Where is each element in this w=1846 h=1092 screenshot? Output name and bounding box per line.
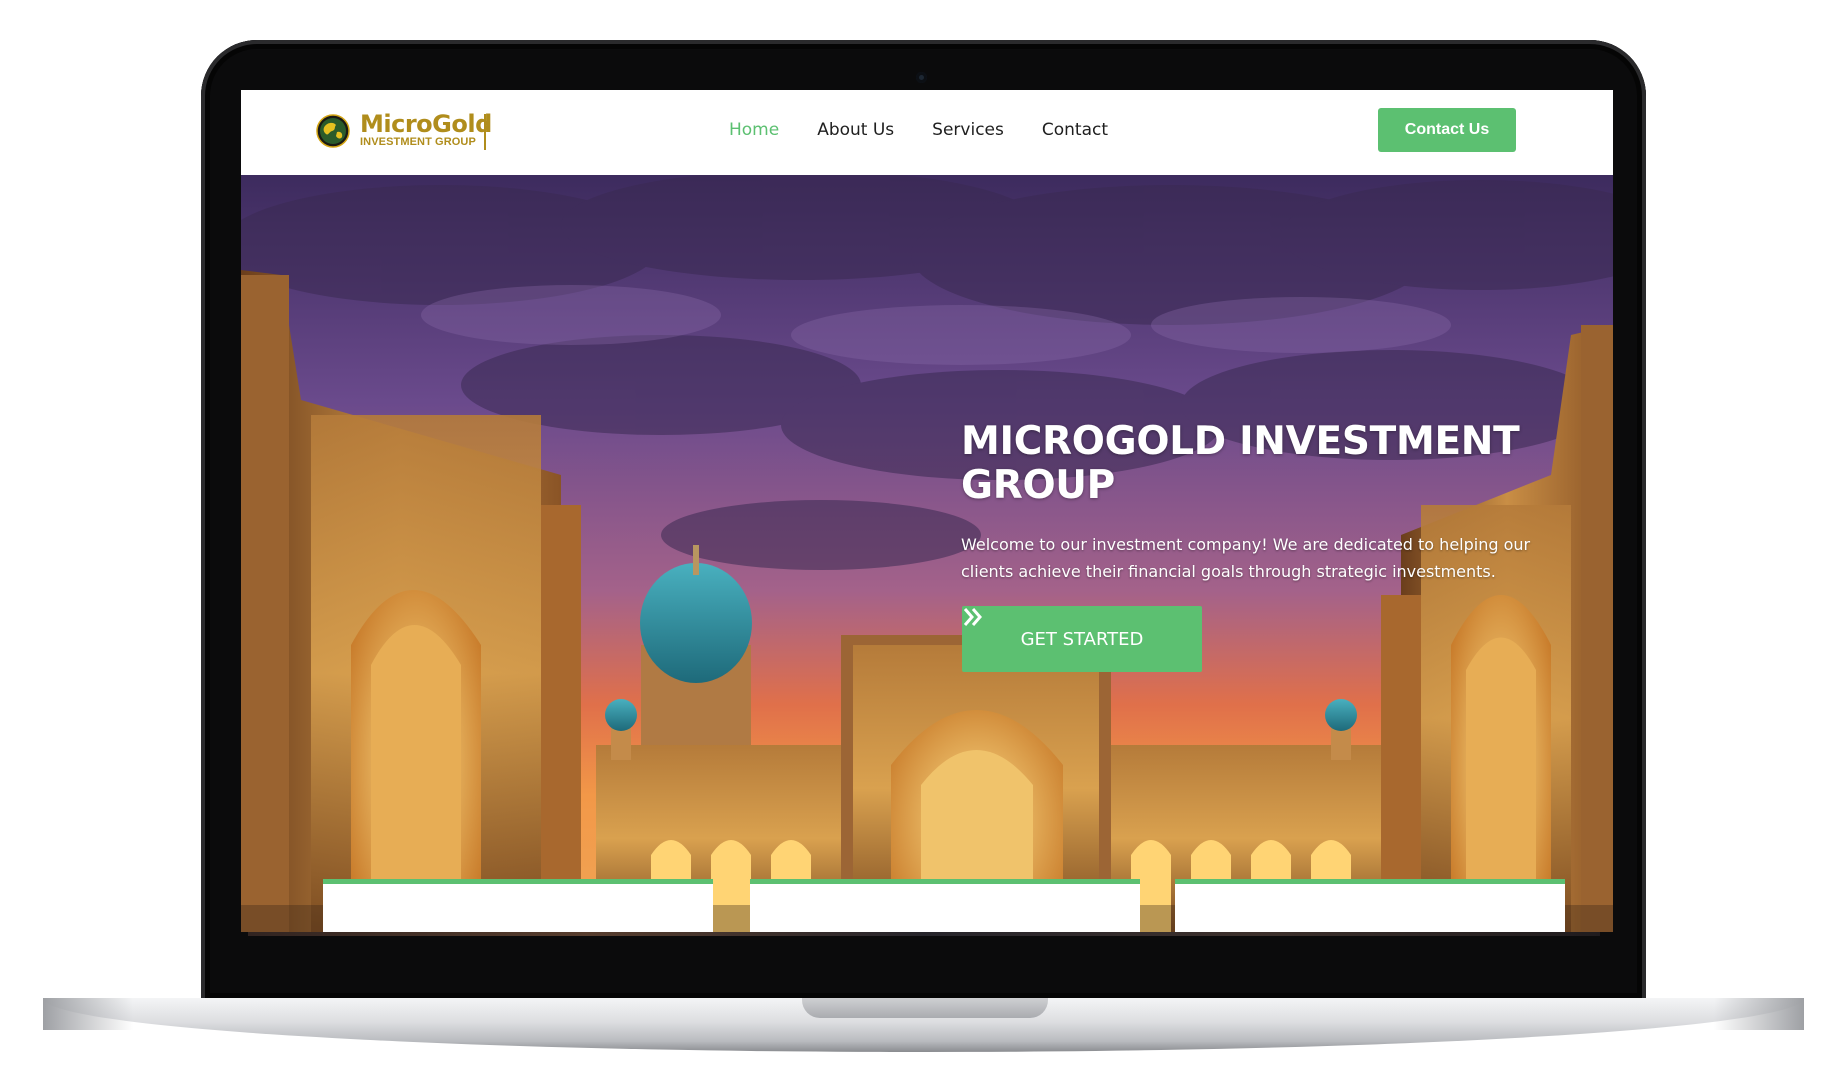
laptop-notch bbox=[802, 998, 1048, 1018]
brand-name: MicroGold bbox=[360, 110, 492, 138]
hero-description: Welcome to our investment company! We ar… bbox=[961, 535, 1531, 581]
contact-us-button[interactable]: Contact Us bbox=[1378, 108, 1516, 152]
nav-item-services[interactable]: Services bbox=[932, 120, 1004, 144]
feature-card-3 bbox=[1175, 879, 1565, 932]
webcam bbox=[916, 72, 927, 83]
laptop-mockup: MicroGold INVESTMENT GROUP Home About Us… bbox=[0, 0, 1846, 1092]
nav-menu: Home About Us Services Contact bbox=[729, 120, 1108, 144]
nav-item-contact[interactable]: Contact bbox=[1042, 120, 1108, 144]
double-chevron-right-icon bbox=[963, 608, 982, 626]
hero-section: MICROGOLD INVESTMENT GROUP Welcome to ou… bbox=[241, 175, 1613, 932]
navbar: MicroGold INVESTMENT GROUP Home About Us… bbox=[241, 90, 1613, 175]
laptop-base-edge-left bbox=[43, 998, 133, 1030]
feature-card-1 bbox=[323, 879, 713, 932]
nav-item-home[interactable]: Home bbox=[729, 120, 779, 144]
laptop-base-edge-right bbox=[1714, 998, 1804, 1030]
screen-bottom-edge bbox=[248, 932, 1600, 936]
nav-item-about-us[interactable]: About Us bbox=[817, 120, 894, 144]
get-started-label: GET STARTED bbox=[1020, 628, 1144, 650]
brand-tagline: INVESTMENT GROUP bbox=[360, 136, 476, 148]
brand-logo[interactable]: MicroGold INVESTMENT GROUP bbox=[360, 112, 492, 148]
logo-divider bbox=[484, 114, 486, 150]
screen: MicroGold INVESTMENT GROUP Home About Us… bbox=[241, 90, 1613, 932]
hero-title: MICROGOLD INVESTMENT GROUP bbox=[961, 419, 1520, 508]
feature-card-2 bbox=[750, 879, 1140, 932]
get-started-button[interactable]: GET STARTED bbox=[962, 606, 1202, 672]
globe-logo-icon bbox=[316, 114, 350, 148]
